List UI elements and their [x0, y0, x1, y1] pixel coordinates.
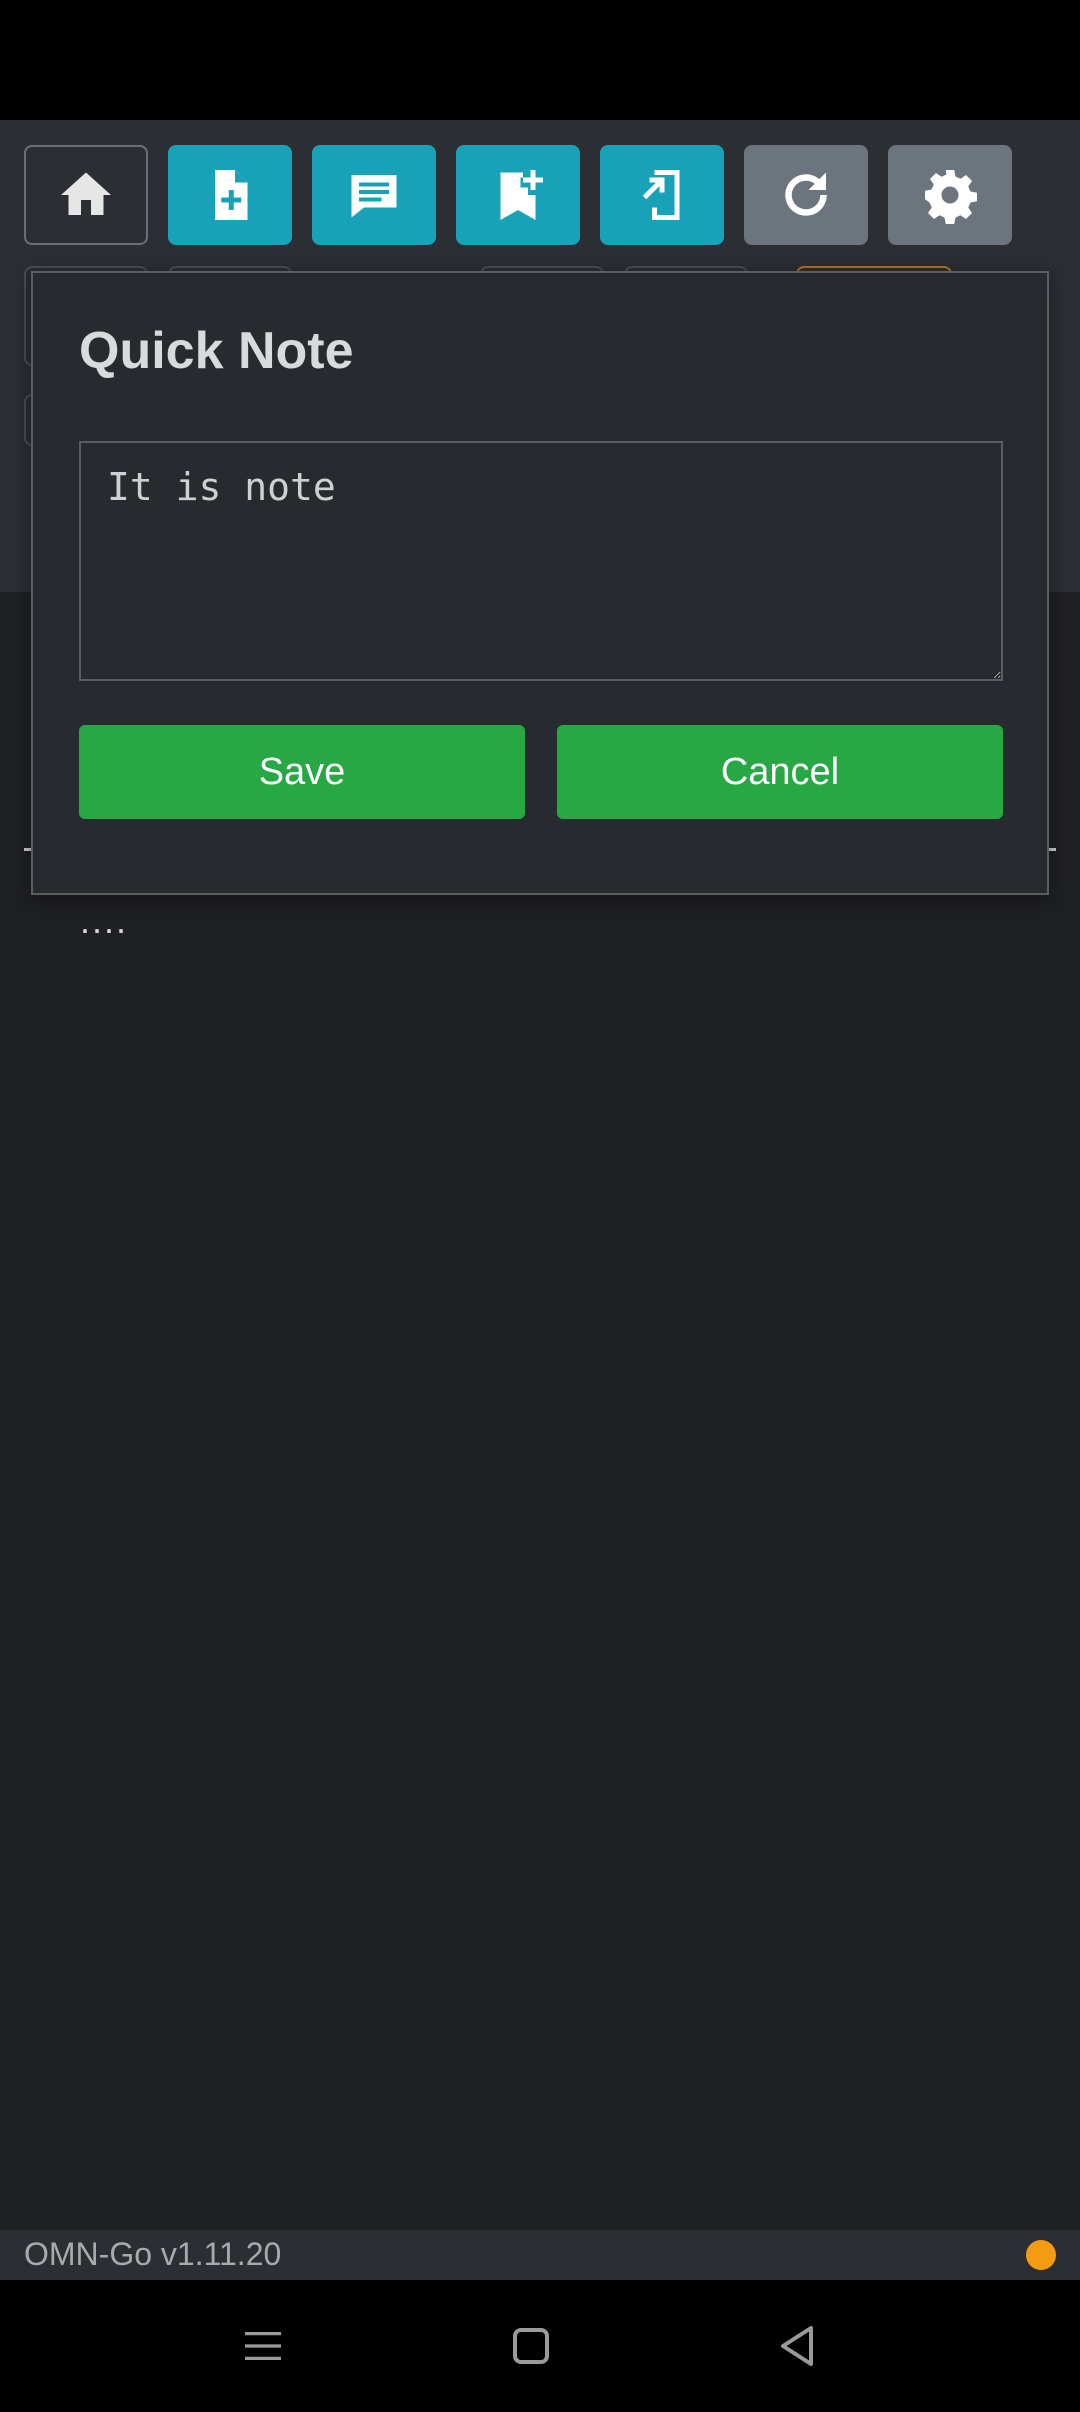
comment-button[interactable]	[312, 145, 436, 245]
quick-note-modal: Quick Note It is note Save Cancel	[31, 271, 1049, 895]
status-bar	[0, 0, 1080, 120]
save-button[interactable]: Save	[79, 725, 525, 819]
note-textarea[interactable]: It is note	[79, 441, 1003, 681]
menu-icon	[245, 2332, 281, 2360]
footer: OMN-Go v1.11.20	[0, 2230, 1080, 2280]
refresh-button[interactable]	[744, 145, 868, 245]
home-icon	[61, 172, 111, 215]
modal-title: Quick Note	[79, 322, 354, 380]
refresh-icon	[785, 172, 827, 216]
settings-button[interactable]	[888, 145, 1012, 245]
home-button[interactable]	[24, 145, 148, 245]
cancel-button[interactable]: Cancel	[557, 725, 1003, 819]
recent-apps-button[interactable]	[218, 2310, 308, 2382]
back-icon	[781, 2326, 813, 2366]
system-navbar	[0, 2280, 1080, 2412]
home-square-icon	[513, 2328, 549, 2364]
file-plus-icon	[215, 170, 248, 220]
back-button[interactable]	[752, 2310, 842, 2382]
version-label: OMN-Go v1.11.20	[24, 2236, 282, 2272]
status-indicator	[1026, 2240, 1056, 2270]
gear-icon	[925, 170, 977, 224]
add-bookmark-button[interactable]	[456, 145, 580, 245]
device-export-icon	[642, 170, 680, 220]
send-to-device-button[interactable]	[600, 145, 724, 245]
new-document-button[interactable]	[168, 145, 292, 245]
comment-icon	[351, 175, 397, 218]
loading-dots: ....	[80, 900, 129, 941]
bookmark-plus-icon	[500, 170, 543, 220]
home-nav-button[interactable]	[486, 2310, 576, 2382]
